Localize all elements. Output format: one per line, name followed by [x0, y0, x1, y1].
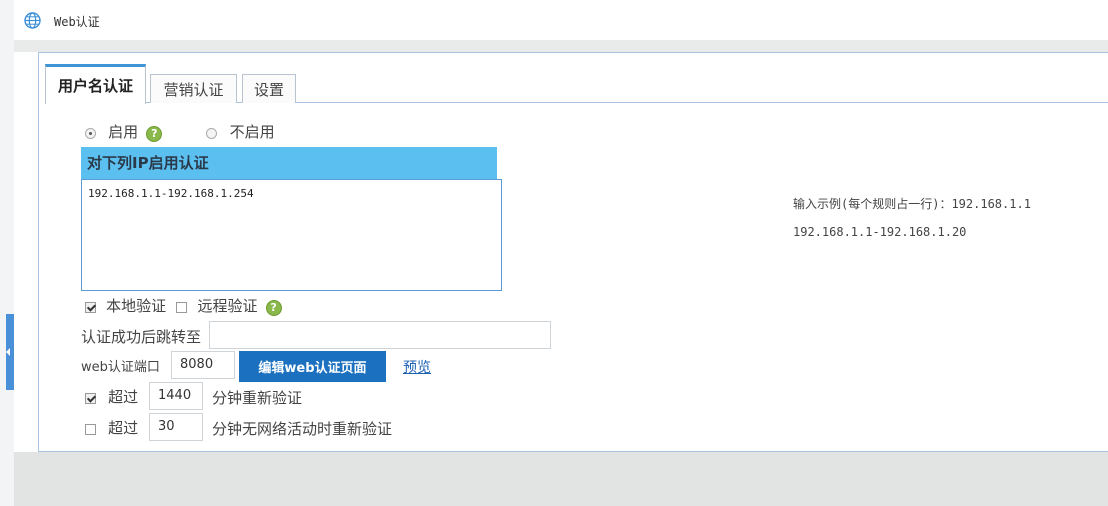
title-bar: Web认证 — [14, 0, 1108, 40]
preview-link[interactable]: 预览 — [403, 357, 431, 377]
enable-radio-group: 启用 ? 不启用 — [85, 121, 275, 142]
tab-marketing-auth[interactable]: 营销认证 — [150, 74, 237, 103]
ip-section-header: 对下列IP启用认证 — [81, 147, 497, 179]
help-icon[interactable]: ? — [146, 125, 163, 142]
header-divider-bar — [14, 40, 1108, 52]
ip-range-textarea[interactable]: 192.168.1.1-192.168.1.254 — [81, 179, 502, 291]
help-icon[interactable]: ? — [265, 299, 282, 316]
idle-reauth-suffix: 分钟无网络活动时重新验证 — [212, 420, 393, 438]
redirect-url-input[interactable] — [209, 321, 551, 349]
local-auth-label: 本地验证 — [106, 297, 167, 315]
idle-reauth-row: 超过 — [85, 417, 138, 438]
port-label: web认证端口 — [81, 360, 160, 375]
auth-mode-group: 本地验证 远程验证 ? — [85, 295, 282, 316]
disable-radio[interactable] — [206, 128, 218, 139]
hint-line-2: 192.168.1.1-192.168.1.20 — [793, 225, 967, 239]
idle-reauth-prefix: 超过 — [108, 419, 139, 437]
reauth-row: 超过 — [85, 386, 138, 407]
sidebar-collapse-handle[interactable] — [6, 314, 14, 390]
enable-label: 启用 — [108, 123, 139, 141]
reauth-minutes-input[interactable]: 1440 — [149, 382, 203, 410]
chevron-left-icon — [6, 348, 10, 356]
main-panel: 用户名认证 营销认证 设置 启用 ? 不启用 对下列IP启用认证 192.168… — [38, 52, 1108, 452]
globe-icon — [24, 12, 41, 29]
hint-line-1: 输入示例(每个规则占一行)：192.168.1.1 — [793, 197, 1031, 211]
redirect-label: 认证成功后跳转至 — [81, 328, 202, 346]
reauth-suffix: 分钟重新验证 — [212, 389, 303, 407]
port-input[interactable]: 8080 — [171, 351, 235, 379]
local-auth-checkbox[interactable] — [85, 302, 96, 313]
remote-auth-label: 远程验证 — [197, 297, 258, 315]
tab-username-auth[interactable]: 用户名认证 — [45, 64, 146, 104]
enable-radio[interactable] — [85, 128, 96, 139]
remote-auth-checkbox[interactable] — [176, 302, 188, 313]
edit-auth-page-button[interactable]: 编辑web认证页面 — [239, 351, 386, 382]
idle-reauth-minutes-input[interactable]: 30 — [149, 413, 203, 441]
page-title: Web认证 — [54, 15, 100, 29]
bottom-gray-area — [14, 452, 1108, 506]
tab-settings[interactable]: 设置 — [242, 74, 296, 103]
reauth-prefix: 超过 — [108, 388, 139, 406]
left-sidebar-strip — [0, 0, 14, 506]
disable-label: 不启用 — [229, 123, 275, 141]
reauth-checkbox[interactable] — [85, 393, 96, 404]
idle-reauth-checkbox[interactable] — [85, 424, 96, 435]
